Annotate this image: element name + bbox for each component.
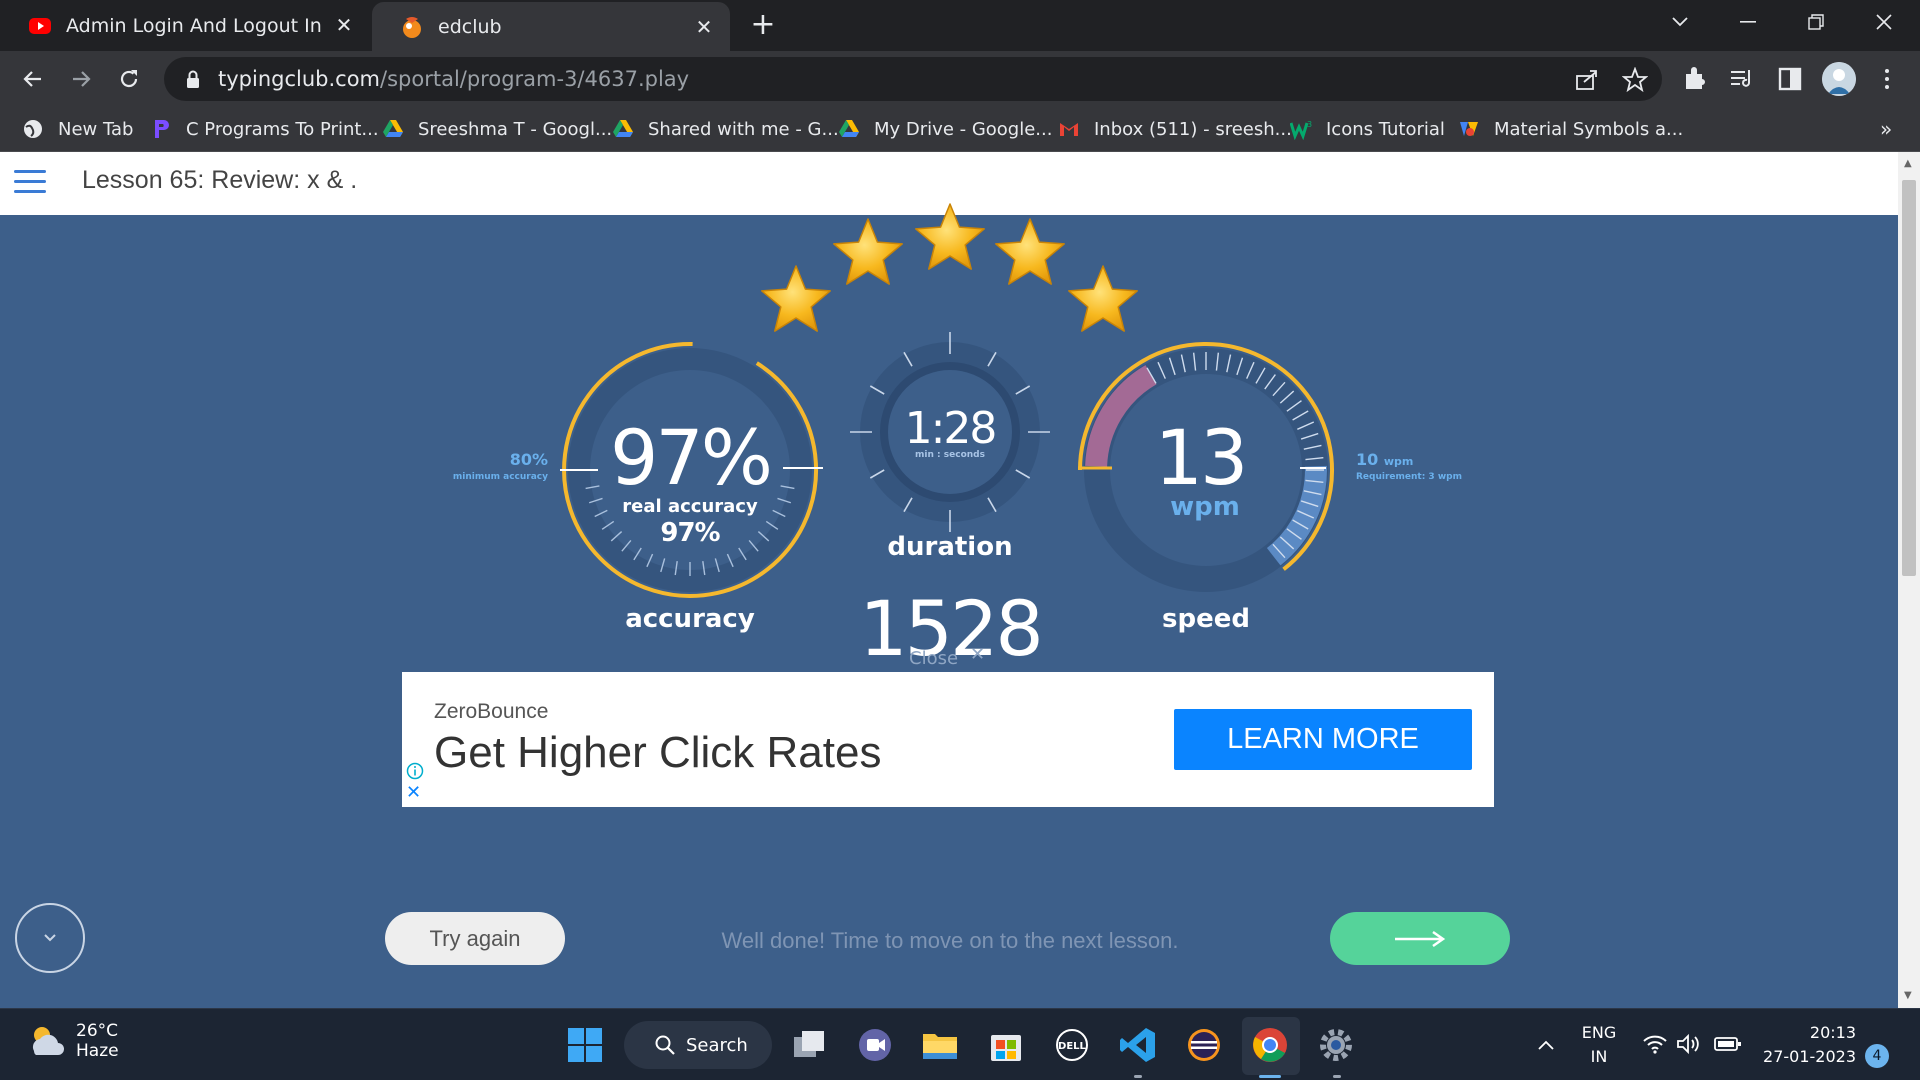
ad-brand: ZeroBounce <box>434 700 549 723</box>
dell-icon[interactable]: DELL <box>1052 1025 1092 1065</box>
settings-gear-icon[interactable] <box>1316 1025 1356 1065</box>
scroll-down-circle-button[interactable] <box>15 903 85 973</box>
windows-taskbar: 26°C Haze Search DELL ENG IN 20:13 27-01… <box>0 1008 1920 1080</box>
star-icon <box>995 218 1065 285</box>
weather-widget[interactable]: 26°C Haze <box>26 1021 119 1061</box>
min-accuracy-value: 80% <box>509 450 548 469</box>
real-accuracy-value: 97% <box>660 518 720 548</box>
language-top[interactable]: ENG <box>1574 1023 1624 1042</box>
duration-label: duration <box>887 532 1013 562</box>
vscode-running-indicator <box>1134 1075 1142 1078</box>
speed-req-unit: wpm <box>1383 455 1414 468</box>
notification-badge[interactable]: 4 <box>1865 1044 1889 1068</box>
weather-temp: 26°C <box>76 1021 119 1041</box>
page-scrollbar[interactable]: ▲ ▼ <box>1898 152 1920 1008</box>
clock-date[interactable]: 27-01-2023 <box>1752 1047 1856 1066</box>
speed-unit: wpm <box>1170 492 1240 522</box>
star-icon <box>761 265 831 332</box>
ad-close-icon[interactable]: ✕ <box>406 784 424 802</box>
min-accuracy-label: minimum accuracy <box>452 472 548 482</box>
weather-condition: Haze <box>76 1041 119 1061</box>
rating-stars <box>761 203 1138 332</box>
star-icon <box>833 218 903 285</box>
chrome-running-indicator <box>1259 1075 1281 1078</box>
search-label: Search <box>686 1034 748 1056</box>
chevron-down-icon <box>44 934 56 942</box>
search-icon <box>655 1035 675 1055</box>
ad-info-icon[interactable] <box>406 762 424 780</box>
scroll-down-icon[interactable]: ▼ <box>1904 990 1912 1001</box>
ad-learn-more-button[interactable]: LEARN MORE <box>1174 709 1472 770</box>
teams-chat-icon[interactable] <box>855 1025 895 1065</box>
svg-text:DELL: DELL <box>1058 1041 1087 1052</box>
duration-value: 1:28 <box>904 403 998 454</box>
clock-time[interactable]: 20:13 <box>1760 1023 1856 1042</box>
close-ad-icon[interactable]: ✕ <box>970 644 985 665</box>
try-again-button[interactable]: Try again <box>385 912 565 965</box>
battery-icon[interactable] <box>1714 1035 1742 1053</box>
microsoft-store-icon[interactable] <box>986 1025 1026 1065</box>
close-ad-label[interactable]: Close <box>909 648 958 669</box>
windows-start-icon[interactable] <box>565 1025 605 1065</box>
chevron-up-icon[interactable] <box>1536 1039 1556 1051</box>
speed-value: 13 <box>1154 413 1249 502</box>
star-icon <box>915 203 985 270</box>
settings-running-indicator <box>1333 1075 1341 1078</box>
eclipse-icon[interactable] <box>1184 1025 1224 1065</box>
star-icon <box>1068 265 1138 332</box>
accuracy-label: accuracy <box>625 604 755 634</box>
duration-unit: min : seconds <box>915 450 985 460</box>
speed-requirement: 10 wpm <box>1356 450 1413 469</box>
taskbar-search[interactable]: Search <box>624 1021 772 1069</box>
wifi-icon[interactable] <box>1642 1033 1668 1055</box>
screen: Admin Login And Logout In User ✕ edclub … <box>0 0 1920 1080</box>
advertisement[interactable]: ZeroBounce Get Higher Click Rates LEARN … <box>402 672 1494 807</box>
next-lesson-message: Well done! Time to move on to the next l… <box>721 928 1179 953</box>
language-bottom[interactable]: IN <box>1574 1047 1624 1066</box>
accuracy-value: 97% <box>610 413 773 502</box>
speed-req-value: 10 <box>1356 450 1379 469</box>
volume-icon[interactable] <box>1676 1033 1702 1055</box>
speed-label: speed <box>1162 604 1250 634</box>
arrow-right-icon <box>1395 930 1446 947</box>
ad-headline[interactable]: Get Higher Click Rates <box>434 728 881 778</box>
file-explorer-icon[interactable] <box>920 1025 960 1065</box>
real-accuracy-label: real accuracy <box>622 496 758 517</box>
task-view-icon[interactable] <box>790 1025 830 1065</box>
next-lesson-button[interactable] <box>1330 912 1510 965</box>
weather-haze-icon <box>32 1027 64 1055</box>
vscode-icon[interactable] <box>1118 1025 1158 1065</box>
chrome-icon[interactable] <box>1250 1025 1290 1065</box>
scrollbar-thumb[interactable] <box>1902 180 1916 576</box>
scroll-up-icon[interactable]: ▲ <box>1904 158 1912 169</box>
speed-req-label: Requirement: 3 wpm <box>1356 472 1462 482</box>
